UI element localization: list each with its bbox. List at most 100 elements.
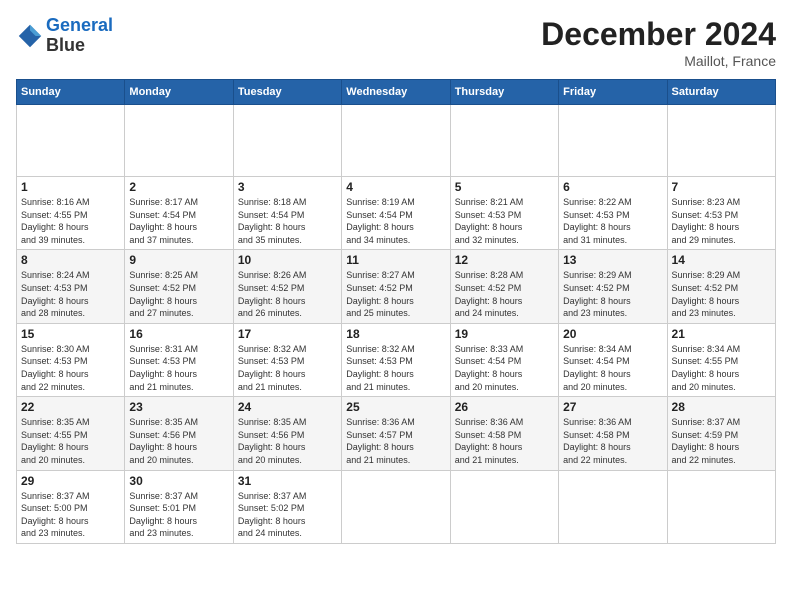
day-info: Sunrise: 8:35 AM Sunset: 4:55 PM Dayligh… (21, 416, 120, 466)
day-number: 28 (672, 400, 771, 414)
calendar-cell: 25Sunrise: 8:36 AM Sunset: 4:57 PM Dayli… (342, 397, 450, 470)
day-info: Sunrise: 8:36 AM Sunset: 4:58 PM Dayligh… (455, 416, 554, 466)
month-title: December 2024 (541, 16, 776, 53)
day-info: Sunrise: 8:26 AM Sunset: 4:52 PM Dayligh… (238, 269, 337, 319)
day-number: 29 (21, 474, 120, 488)
day-number: 5 (455, 180, 554, 194)
calendar-cell: 27Sunrise: 8:36 AM Sunset: 4:58 PM Dayli… (559, 397, 667, 470)
calendar-table: SundayMondayTuesdayWednesdayThursdayFrid… (16, 79, 776, 544)
day-info: Sunrise: 8:35 AM Sunset: 4:56 PM Dayligh… (129, 416, 228, 466)
day-number: 8 (21, 253, 120, 267)
day-info: Sunrise: 8:32 AM Sunset: 4:53 PM Dayligh… (346, 343, 445, 393)
col-header-wednesday: Wednesday (342, 80, 450, 105)
day-info: Sunrise: 8:23 AM Sunset: 4:53 PM Dayligh… (672, 196, 771, 246)
calendar-cell: 10 Sunrise: 8:26 AM Sunset: 4:52 PM Dayli… (233, 250, 341, 323)
day-number: 13 (563, 253, 662, 267)
calendar-cell: 3 Sunrise: 8:18 AM Sunset: 4:54 PM Daylig… (233, 177, 341, 250)
day-info: Sunrise: 8:37 AM Sunset: 5:02 PM Dayligh… (238, 490, 337, 540)
calendar-cell: 22Sunrise: 8:35 AM Sunset: 4:55 PM Dayli… (17, 397, 125, 470)
week-row-3: 15Sunrise: 8:30 AM Sunset: 4:53 PM Dayli… (17, 323, 776, 396)
day-number: 12 (455, 253, 554, 267)
week-row-5: 29 Sunrise: 8:37 AM Sunset: 5:00 PM Dayli… (17, 470, 776, 543)
calendar-cell: 7 Sunrise: 8:23 AM Sunset: 4:53 PM Daylig… (667, 177, 775, 250)
day-info: Sunrise: 8:31 AM Sunset: 4:53 PM Dayligh… (129, 343, 228, 393)
day-number: 3 (238, 180, 337, 194)
calendar-cell: 30 Sunrise: 8:37 AM Sunset: 5:01 PM Dayli… (125, 470, 233, 543)
day-number: 11 (346, 253, 445, 267)
day-info: Sunrise: 8:37 AM Sunset: 5:00 PM Dayligh… (21, 490, 120, 540)
day-number: 27 (563, 400, 662, 414)
location: Maillot, France (541, 53, 776, 69)
day-number: 14 (672, 253, 771, 267)
day-info: Sunrise: 8:35 AM Sunset: 4:56 PM Dayligh… (238, 416, 337, 466)
calendar-cell: 14 Sunrise: 8:29 AM Sunset: 4:52 PM Dayli… (667, 250, 775, 323)
logo-line2: Blue (46, 36, 113, 56)
calendar-cell: 18 Sunrise: 8:32 AM Sunset: 4:53 PM Dayli… (342, 323, 450, 396)
col-header-monday: Monday (125, 80, 233, 105)
day-info: Sunrise: 8:28 AM Sunset: 4:52 PM Dayligh… (455, 269, 554, 319)
day-number: 9 (129, 253, 228, 267)
day-info: Sunrise: 8:24 AM Sunset: 4:53 PM Dayligh… (21, 269, 120, 319)
col-header-sunday: Sunday (17, 80, 125, 105)
day-number: 15 (21, 327, 120, 341)
day-number: 7 (672, 180, 771, 194)
day-info: Sunrise: 8:17 AM Sunset: 4:54 PM Dayligh… (129, 196, 228, 246)
calendar-cell (342, 105, 450, 177)
page-header: General Blue December 2024 Maillot, Fran… (16, 16, 776, 69)
logo: General Blue (16, 16, 113, 56)
calendar-cell: 29 Sunrise: 8:37 AM Sunset: 5:00 PM Dayli… (17, 470, 125, 543)
calendar-header-row: SundayMondayTuesdayWednesdayThursdayFrid… (17, 80, 776, 105)
calendar-cell: 4 Sunrise: 8:19 AM Sunset: 4:54 PM Daylig… (342, 177, 450, 250)
day-info: Sunrise: 8:18 AM Sunset: 4:54 PM Dayligh… (238, 196, 337, 246)
calendar-cell: 23Sunrise: 8:35 AM Sunset: 4:56 PM Dayli… (125, 397, 233, 470)
logo-text: General Blue (46, 16, 113, 56)
week-row-4: 22Sunrise: 8:35 AM Sunset: 4:55 PM Dayli… (17, 397, 776, 470)
calendar-cell (342, 470, 450, 543)
calendar-cell: 26 Sunrise: 8:36 AM Sunset: 4:58 PM Dayli… (450, 397, 558, 470)
day-number: 4 (346, 180, 445, 194)
week-row-1: 1 Sunrise: 8:16 AM Sunset: 4:55 PM Daylig… (17, 177, 776, 250)
calendar-cell (559, 470, 667, 543)
day-info: Sunrise: 8:32 AM Sunset: 4:53 PM Dayligh… (238, 343, 337, 393)
day-info: Sunrise: 8:29 AM Sunset: 4:52 PM Dayligh… (563, 269, 662, 319)
day-info: Sunrise: 8:16 AM Sunset: 4:55 PM Dayligh… (21, 196, 120, 246)
day-info: Sunrise: 8:29 AM Sunset: 4:52 PM Dayligh… (672, 269, 771, 319)
calendar-cell: 9Sunrise: 8:25 AM Sunset: 4:52 PM Daylig… (125, 250, 233, 323)
col-header-saturday: Saturday (667, 80, 775, 105)
calendar-cell: 12 Sunrise: 8:28 AM Sunset: 4:52 PM Dayli… (450, 250, 558, 323)
day-info: Sunrise: 8:19 AM Sunset: 4:54 PM Dayligh… (346, 196, 445, 246)
day-number: 16 (129, 327, 228, 341)
day-number: 10 (238, 253, 337, 267)
day-number: 19 (455, 327, 554, 341)
logo-icon (16, 22, 44, 50)
day-number: 20 (563, 327, 662, 341)
calendar-cell: 24Sunrise: 8:35 AM Sunset: 4:56 PM Dayli… (233, 397, 341, 470)
day-info: Sunrise: 8:37 AM Sunset: 5:01 PM Dayligh… (129, 490, 228, 540)
calendar-cell (233, 105, 341, 177)
day-number: 26 (455, 400, 554, 414)
calendar-cell: 17 Sunrise: 8:32 AM Sunset: 4:53 PM Dayli… (233, 323, 341, 396)
calendar-cell (667, 105, 775, 177)
calendar-cell (559, 105, 667, 177)
title-block: December 2024 Maillot, France (541, 16, 776, 69)
week-row-2: 8 Sunrise: 8:24 AM Sunset: 4:53 PM Daylig… (17, 250, 776, 323)
day-number: 17 (238, 327, 337, 341)
calendar-cell: 1 Sunrise: 8:16 AM Sunset: 4:55 PM Daylig… (17, 177, 125, 250)
col-header-friday: Friday (559, 80, 667, 105)
calendar-cell: 21Sunrise: 8:34 AM Sunset: 4:55 PM Dayli… (667, 323, 775, 396)
day-info: Sunrise: 8:27 AM Sunset: 4:52 PM Dayligh… (346, 269, 445, 319)
day-number: 1 (21, 180, 120, 194)
day-info: Sunrise: 8:34 AM Sunset: 4:54 PM Dayligh… (563, 343, 662, 393)
day-number: 31 (238, 474, 337, 488)
calendar-cell: 16 Sunrise: 8:31 AM Sunset: 4:53 PM Dayli… (125, 323, 233, 396)
calendar-cell: 8 Sunrise: 8:24 AM Sunset: 4:53 PM Daylig… (17, 250, 125, 323)
day-info: Sunrise: 8:36 AM Sunset: 4:57 PM Dayligh… (346, 416, 445, 466)
day-number: 18 (346, 327, 445, 341)
day-number: 6 (563, 180, 662, 194)
day-number: 21 (672, 327, 771, 341)
day-number: 30 (129, 474, 228, 488)
day-info: Sunrise: 8:21 AM Sunset: 4:53 PM Dayligh… (455, 196, 554, 246)
calendar-cell: 31 Sunrise: 8:37 AM Sunset: 5:02 PM Dayli… (233, 470, 341, 543)
calendar-cell: 28 Sunrise: 8:37 AM Sunset: 4:59 PM Dayli… (667, 397, 775, 470)
day-info: Sunrise: 8:37 AM Sunset: 4:59 PM Dayligh… (672, 416, 771, 466)
